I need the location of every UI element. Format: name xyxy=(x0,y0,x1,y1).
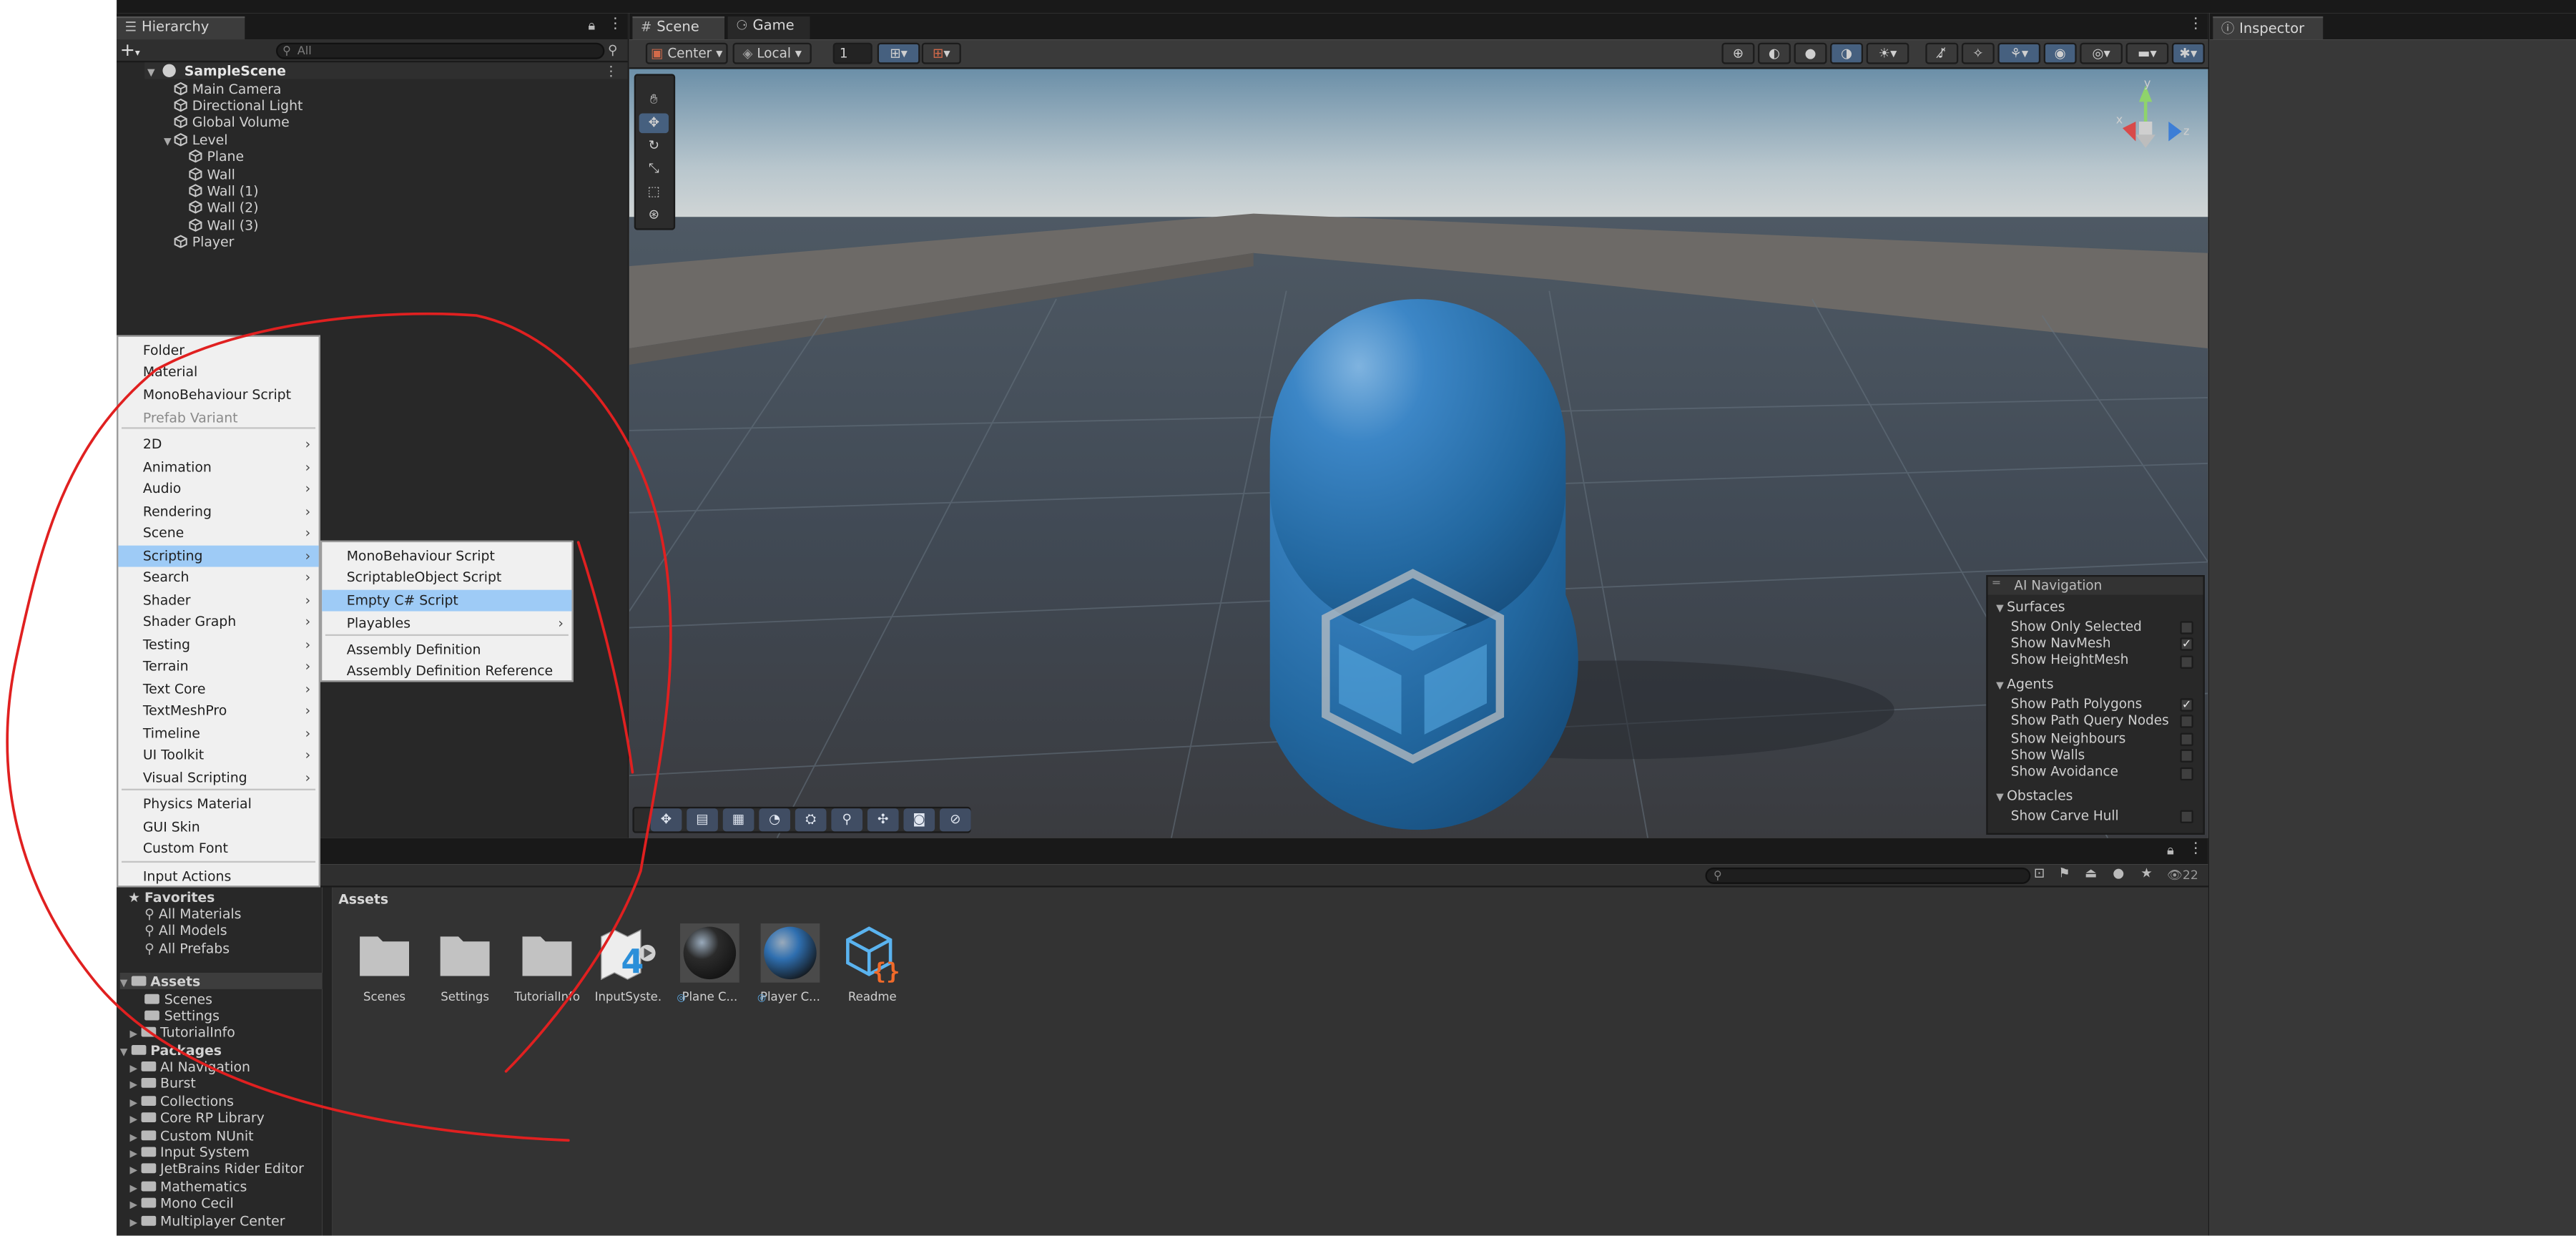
red-annotation-stroke xyxy=(6,312,672,1142)
